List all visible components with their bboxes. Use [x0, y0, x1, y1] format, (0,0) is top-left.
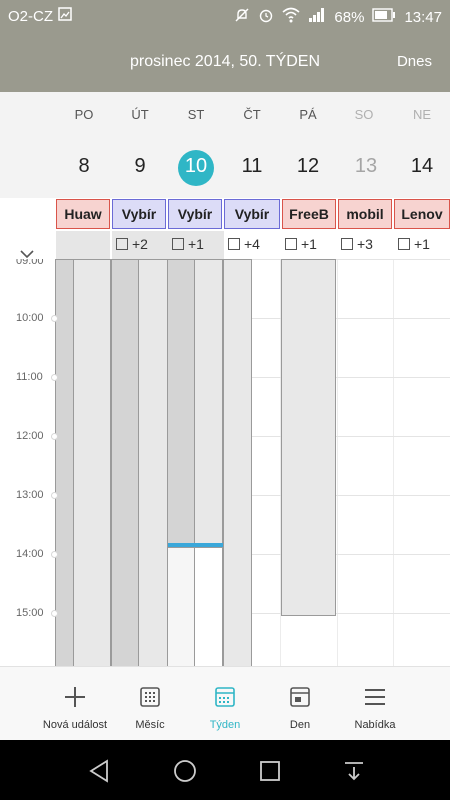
- more-count: +1: [301, 236, 317, 252]
- bottom-navigation: Nová událost Měsíc Týden Den Nabídka: [0, 666, 450, 740]
- back-icon[interactable]: [87, 758, 113, 784]
- event-block[interactable]: [167, 547, 195, 666]
- more-count: +2: [132, 236, 148, 252]
- hour-marker: [51, 315, 58, 322]
- week-time-grid[interactable]: 09:00 10:00 11:00 12:00 13:00 14:00 15:0…: [0, 259, 450, 666]
- event-block[interactable]: [138, 259, 168, 666]
- notifications-muted-icon: [234, 7, 250, 27]
- status-bar: O2-CZ 68% 13:47: [0, 0, 450, 34]
- event-block[interactable]: [111, 259, 139, 666]
- all-day-cell: [56, 231, 110, 259]
- event-block[interactable]: [73, 259, 111, 666]
- nav-label: Nabídka: [354, 719, 396, 731]
- day-number-today[interactable]: 10: [168, 155, 224, 178]
- day-number[interactable]: 14: [394, 155, 450, 178]
- checkbox-icon: [341, 238, 353, 250]
- time-label: 09:00: [16, 259, 44, 267]
- all-day-event[interactable]: FreeB: [282, 199, 336, 229]
- weekday-row: PO ÚT ST ČT PÁ SO NE: [0, 92, 450, 136]
- day-number[interactable]: 8: [56, 155, 112, 178]
- alarm-icon: [258, 7, 274, 27]
- system-navigation-bar: [0, 740, 450, 800]
- more-count: +1: [188, 236, 204, 252]
- time-label: 14:00: [16, 548, 44, 560]
- weekday-label: NE: [412, 107, 432, 122]
- checkbox-icon: [285, 238, 297, 250]
- time-label: 15:00: [16, 607, 44, 619]
- calendar-app: O2-CZ 68% 13:47 prosinec 2014, 50. TÝDEN…: [0, 0, 450, 800]
- day-number[interactable]: 11: [224, 155, 280, 178]
- week-calendar-icon: [213, 685, 237, 709]
- collapse-chevron-icon[interactable]: [19, 246, 35, 259]
- more-events[interactable]: +1: [398, 236, 430, 252]
- day-number[interactable]: 13: [338, 155, 394, 178]
- hour-marker: [51, 610, 58, 617]
- time-label: 11:00: [16, 371, 43, 383]
- weekday-label: PÁ: [299, 107, 317, 122]
- day-separator: [393, 259, 394, 666]
- more-events[interactable]: +1: [285, 236, 317, 252]
- all-day-event[interactable]: Huaw: [56, 199, 110, 229]
- battery-percent: 68%: [334, 8, 365, 26]
- screenshot-icon: [58, 7, 72, 25]
- wifi-icon: [282, 7, 300, 27]
- carrier-name: O2-CZ: [8, 7, 53, 25]
- battery-icon: [372, 8, 396, 26]
- more-count: +1: [414, 236, 430, 252]
- more-events[interactable]: +4: [228, 236, 260, 252]
- hour-marker: [51, 551, 58, 558]
- checkbox-icon: [116, 238, 128, 250]
- weekday-label: PO: [74, 107, 94, 122]
- home-icon[interactable]: [172, 758, 198, 784]
- day-number[interactable]: 12: [280, 155, 336, 178]
- event-block[interactable]: [194, 547, 223, 666]
- more-events[interactable]: +2: [116, 236, 148, 252]
- page-title[interactable]: prosinec 2014, 50. TÝDEN: [0, 53, 450, 71]
- all-day-strip: Huaw Vybír Vybír Vybír FreeB mobil Lenov…: [0, 199, 450, 259]
- event-block[interactable]: [55, 259, 74, 666]
- weekday-label: ÚT: [131, 107, 149, 122]
- day-calendar-icon: [288, 685, 312, 709]
- month-grid-icon: [138, 685, 162, 709]
- time-label: 12:00: [16, 430, 44, 442]
- more-count: +3: [357, 236, 373, 252]
- weekday-label: ST: [187, 107, 205, 122]
- current-time-indicator: [168, 543, 223, 547]
- plus-icon: [63, 685, 87, 709]
- event-block[interactable]: [281, 259, 336, 616]
- weekday-label: SO: [354, 107, 374, 122]
- all-day-event[interactable]: mobil: [338, 199, 392, 229]
- all-day-event[interactable]: Vybír: [168, 199, 222, 229]
- hour-marker: [51, 374, 58, 381]
- signal-icon: [308, 7, 326, 27]
- time-label: 10:00: [16, 312, 44, 324]
- checkbox-icon: [172, 238, 184, 250]
- all-day-event[interactable]: Vybír: [112, 199, 166, 229]
- day-number[interactable]: 9: [112, 155, 168, 178]
- event-block[interactable]: [223, 259, 252, 666]
- menu-button[interactable]: Nabídka: [330, 667, 420, 741]
- more-count: +4: [244, 236, 260, 252]
- today-button[interactable]: Dnes: [397, 53, 432, 70]
- all-day-event[interactable]: Vybír: [224, 199, 280, 229]
- checkbox-icon: [228, 238, 240, 250]
- app-header: prosinec 2014, 50. TÝDEN Dnes: [0, 34, 450, 92]
- event-block[interactable]: [194, 259, 223, 547]
- time-label: 13:00: [16, 489, 44, 501]
- weekday-label: ČT: [243, 107, 261, 122]
- hour-marker: [51, 433, 58, 440]
- hour-marker: [51, 492, 58, 499]
- all-day-event[interactable]: Lenov: [394, 199, 450, 229]
- menu-icon: [363, 685, 387, 709]
- more-events[interactable]: +1: [172, 236, 204, 252]
- recents-icon[interactable]: [257, 758, 283, 784]
- day-separator: [337, 259, 338, 666]
- notification-pull-icon[interactable]: [341, 758, 367, 784]
- checkbox-icon: [398, 238, 410, 250]
- more-events[interactable]: +3: [341, 236, 373, 252]
- clock: 13:47: [404, 8, 442, 26]
